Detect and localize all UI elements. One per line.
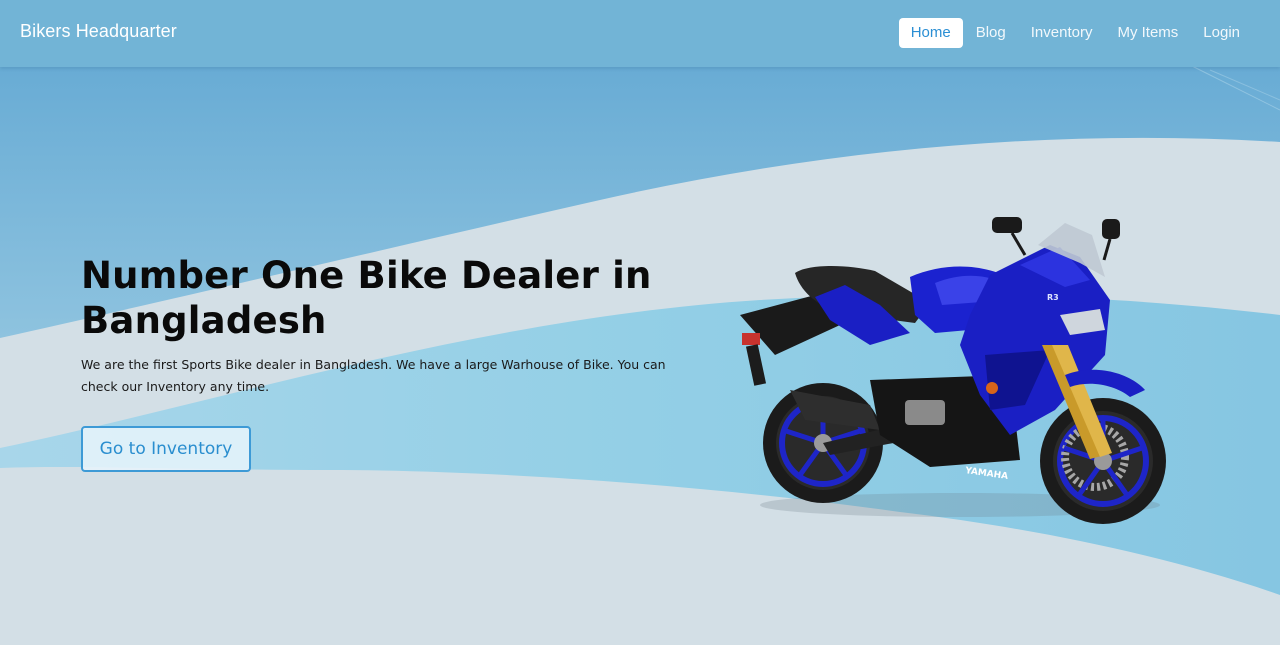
page: Bikers Headquarter Home Blog Inventory M… xyxy=(0,0,1280,645)
nav-home-link[interactable]: Home xyxy=(898,18,963,48)
motorcycle-image: YAMAHA R3 xyxy=(740,217,1166,524)
bike-brand-text: YAMAHA xyxy=(964,466,1009,482)
hero-description: We are the first Sports Bike dealer in B… xyxy=(81,357,666,394)
nav-links: Home Blog Inventory My Items Login xyxy=(898,18,1252,48)
nav-inventory-link[interactable]: Inventory xyxy=(1019,18,1105,48)
go-to-inventory-button[interactable]: Go to Inventory xyxy=(81,426,251,472)
navbar: Bikers Headquarter Home Blog Inventory M… xyxy=(0,0,1280,67)
nav-login-link[interactable]: Login xyxy=(1191,18,1252,48)
nav-my-items-link[interactable]: My Items xyxy=(1105,18,1190,48)
nav-blog-link[interactable]: Blog xyxy=(964,18,1018,48)
hero-text: Number One Bike Dealer in Bangladesh We … xyxy=(81,253,701,397)
bike-model-text: R3 xyxy=(1047,293,1059,302)
hero-title: Number One Bike Dealer in Bangladesh xyxy=(81,254,652,342)
brand-link[interactable]: Bikers Headquarter xyxy=(20,21,177,42)
front-wheel-icon xyxy=(1040,398,1166,524)
